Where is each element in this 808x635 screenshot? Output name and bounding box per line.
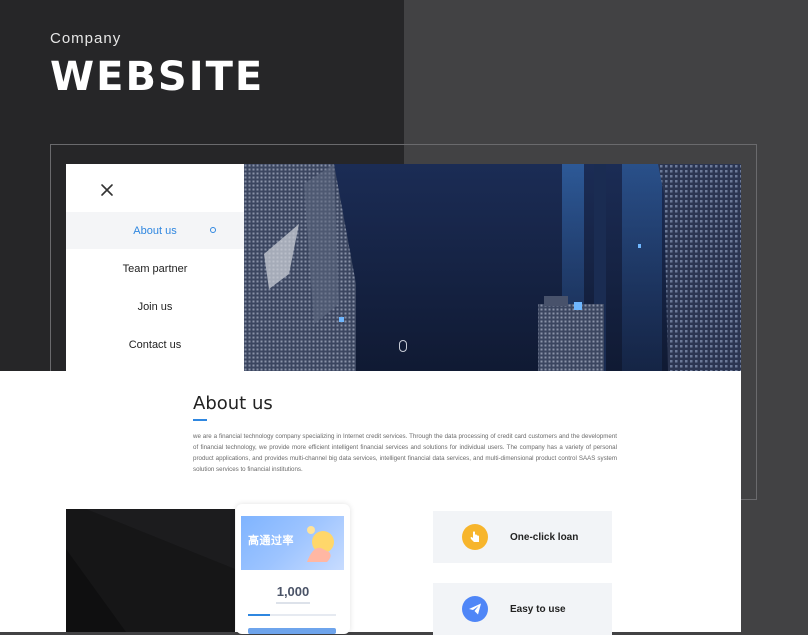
menu-item-contact-us[interactable]: Contact us [66,326,244,363]
about-title: About us [193,393,273,414]
phone-banner-title: 高通过率 [248,534,294,547]
title-underline [193,419,207,421]
phone-banner: 高通过率 [241,516,344,570]
side-menu: About us Team partner Join us Contact us [66,164,244,371]
feature-easy-to-use[interactable]: Easy to use [433,583,612,635]
menu-item-join-us[interactable]: Join us [66,288,244,325]
menu-item-label: Team partner [122,262,188,275]
paper-plane-icon [462,596,488,622]
close-icon[interactable] [100,183,114,197]
mouse-scroll-icon[interactable] [399,340,407,352]
hand-pointer-icon [462,524,488,550]
phone-mockup: 高通过率 1,000 [236,504,350,634]
amount-caption [276,602,310,604]
menu-item-about-us[interactable]: About us [66,212,244,249]
feature-label: Easy to use [510,603,566,615]
hero-image [244,164,741,371]
about-section: About us we are a financial technology c… [0,371,741,635]
loan-amount: 1,000 [276,584,310,599]
feature-label: One-click loan [510,531,579,543]
cover-title: WEBSITE [50,54,265,100]
feature-one-click-loan[interactable]: One-click loan [433,511,612,563]
menu-item-label: Contact us [128,338,182,351]
apply-button[interactable] [248,628,336,634]
menu-item-team-partner[interactable]: Team partner [66,250,244,287]
dark-image-block [66,509,235,632]
about-description: we are a financial technology company sp… [193,433,617,473]
menu-item-label: About us [133,224,177,237]
amount-slider-fill [248,614,270,616]
cover-subtitle: Company [50,30,122,47]
menu-item-label: Join us [137,300,173,313]
active-indicator-icon [210,227,216,233]
city-skyline-illustration [244,164,741,371]
